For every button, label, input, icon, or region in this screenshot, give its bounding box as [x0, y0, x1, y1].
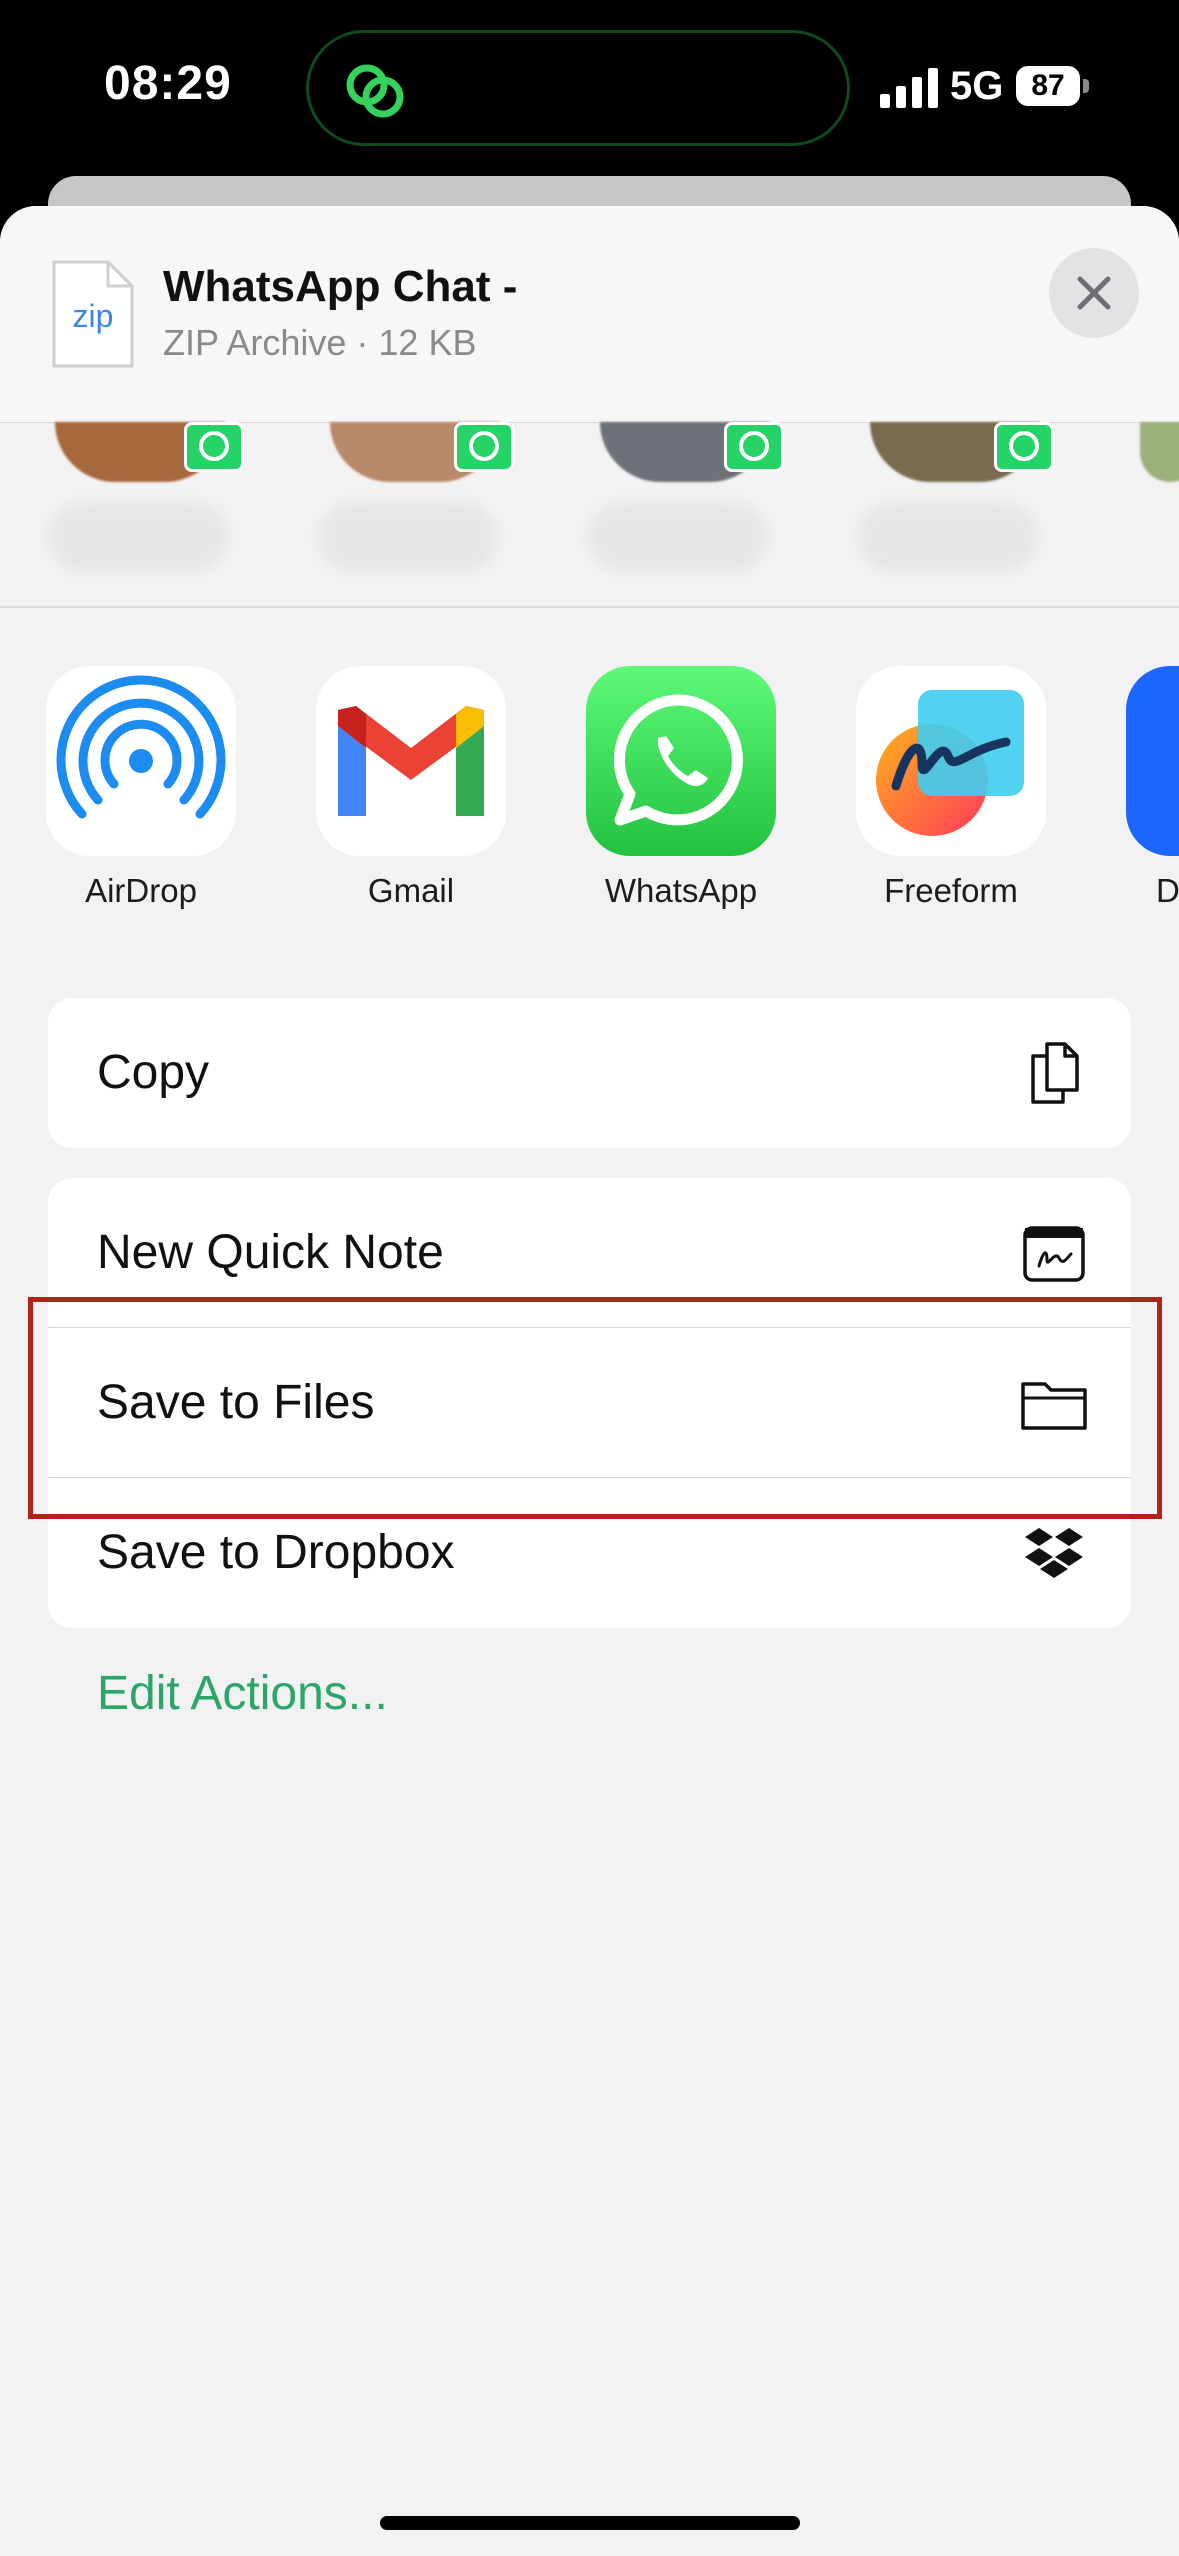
airdrop-icon: [46, 666, 236, 856]
copy-icon: [1031, 1042, 1079, 1104]
whatsapp-badge-icon: [184, 422, 244, 472]
contact-avatar[interactable]: [1140, 422, 1179, 482]
close-icon: [1077, 276, 1111, 310]
freeform-icon: [856, 666, 1046, 856]
app-whatsapp[interactable]: WhatsApp: [586, 666, 776, 910]
file-title: WhatsApp Chat -: [163, 262, 518, 311]
dynamic-island[interactable]: [306, 30, 850, 146]
app-label: WhatsApp: [604, 872, 758, 909]
app-label: Freeform: [884, 872, 1018, 909]
contact-name-blurred: [588, 502, 768, 572]
app-label: D: [1156, 872, 1179, 909]
status-bar: 08:29 5G 87: [0, 0, 1179, 175]
app-label: Gmail: [367, 872, 455, 909]
home-indicator[interactable]: [380, 2516, 800, 2530]
contact-name-blurred: [858, 502, 1038, 572]
share-header: zip WhatsApp Chat - ZIP Archive · 12 KB: [0, 206, 1179, 423]
file-subtitle: ZIP Archive · 12 KB: [163, 322, 477, 363]
close-button[interactable]: [1049, 248, 1139, 338]
quick-note-icon: [1023, 1226, 1085, 1282]
edit-actions-link[interactable]: Edit Actions...: [97, 1666, 388, 1721]
file-type-label: zip: [72, 298, 114, 334]
app-freeform[interactable]: Freeform: [856, 666, 1046, 910]
copy-action[interactable]: Copy: [48, 998, 1131, 1148]
highlight-box: [28, 1297, 1162, 1519]
battery-level: 87: [1031, 69, 1065, 102]
contacts-row: [0, 422, 1179, 608]
cellular-signal-icon: [880, 68, 938, 108]
whatsapp-badge-icon: [724, 422, 784, 472]
gmail-icon: [316, 666, 506, 856]
battery-icon: 87: [1016, 66, 1092, 106]
whatsapp-badge-icon: [454, 422, 514, 472]
network-type: 5G: [950, 64, 1004, 108]
app-icon-partial: [1126, 666, 1179, 856]
app-gmail[interactable]: Gmail: [316, 666, 506, 910]
whatsapp-icon: [586, 666, 776, 856]
whatsapp-badge-icon: [994, 422, 1054, 472]
app-partial[interactable]: D: [1126, 666, 1179, 910]
contact-name-blurred: [48, 502, 228, 572]
link-activity-icon: [346, 64, 404, 118]
copy-group: Copy: [48, 998, 1131, 1148]
app-airdrop[interactable]: AirDrop: [46, 666, 236, 910]
contact-name-blurred: [318, 502, 498, 572]
dropbox-icon: [1025, 1528, 1083, 1578]
copy-label: Copy: [97, 1046, 210, 1099]
app-label: AirDrop: [85, 872, 197, 909]
clock: 08:29: [104, 57, 232, 110]
